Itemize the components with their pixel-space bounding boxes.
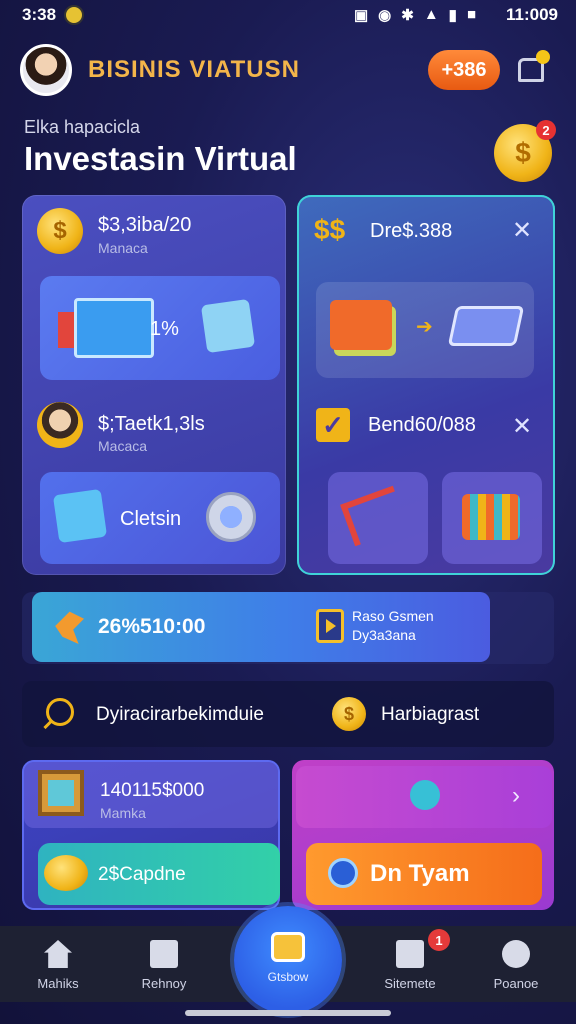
close-icon[interactable]: ✕ xyxy=(512,216,532,245)
magnifier-box-icon xyxy=(200,298,256,354)
cube-icon xyxy=(52,488,108,544)
brand-name: BISINIS VIATUSN xyxy=(88,56,300,83)
gold-coin-badge-icon[interactable]: $2 xyxy=(494,120,556,182)
info-text-1[interactable]: Dyiracirarbekimduie xyxy=(96,704,264,726)
notification-dot-icon xyxy=(64,5,84,25)
left-row1-value: $3,3iba/20 xyxy=(98,214,192,236)
coin-icon: $ xyxy=(332,697,366,731)
progress-value: 26%510:00 xyxy=(98,615,206,638)
package-icon xyxy=(330,300,392,350)
play-icon[interactable] xyxy=(316,609,344,643)
arrow-right-icon: ➔ xyxy=(416,316,433,338)
bottom-left-value: 140115$000 xyxy=(100,780,205,801)
right-row1-value: Dre$.388 xyxy=(370,220,453,242)
nav-label: Rehnoy xyxy=(141,976,187,991)
left-row2-value: $;Taetk1,3ls xyxy=(98,413,205,435)
profile-coin-icon xyxy=(37,402,83,448)
clock-icon xyxy=(328,858,358,888)
list-icon xyxy=(396,940,424,968)
nav-item-profile[interactable]: Poanoe xyxy=(466,936,566,991)
device-icon xyxy=(447,306,525,346)
document-icon xyxy=(74,298,154,358)
status-bar: 3:38 ▣ ◉ ✱ ▲ ▮ ■ 11:009 xyxy=(0,0,576,30)
status-time-right: 11:009 xyxy=(506,5,558,24)
checkbox-icon: ✓ xyxy=(316,408,350,442)
nav-badge: 1 xyxy=(428,929,450,951)
dollar-coin-icon: $ xyxy=(37,208,83,254)
left-card-a-label: 1% xyxy=(150,318,179,340)
page-title: Investasin Virtual xyxy=(24,140,297,177)
chevron-right-icon[interactable]: › xyxy=(512,782,520,810)
dn-tyam-button-label: Dn Tyam xyxy=(370,860,470,887)
inbox-icon xyxy=(150,940,178,968)
nav-item-home[interactable]: Mahiks xyxy=(8,936,108,991)
nav-label: Poanoe xyxy=(493,976,539,991)
notification-bell-icon[interactable] xyxy=(512,48,552,88)
timer-icon xyxy=(206,492,256,542)
points-badge-button[interactable]: +386 xyxy=(428,50,500,90)
coin-stack-icon xyxy=(44,855,88,891)
sim-icon: ▣ xyxy=(353,7,369,24)
home-indicator[interactable] xyxy=(185,1010,391,1016)
crate-icon xyxy=(38,770,84,816)
progress-label-line2: Dy3a3ana xyxy=(352,627,416,643)
search-icon[interactable] xyxy=(46,698,74,726)
home-icon xyxy=(44,940,72,968)
gold-badge-count: 2 xyxy=(536,120,556,140)
progress-label-line1: Raso Gsmen xyxy=(352,608,434,624)
user-icon xyxy=(502,940,530,968)
bottom-left-sub: Mamka xyxy=(100,805,146,821)
signal-icon: ▮ xyxy=(448,7,457,24)
nav-label: Mahiks xyxy=(37,976,79,991)
wifi-icon: ▲ xyxy=(423,6,439,23)
nav-item-center-fab[interactable]: Gtsbow xyxy=(234,906,342,1014)
close-icon-2[interactable]: ✕ xyxy=(512,412,532,441)
battery-icon: ■ xyxy=(466,6,476,23)
alarm-icon: ◉ xyxy=(378,7,392,24)
bell-dot-icon xyxy=(536,50,550,64)
left-row1-sub: Manaca xyxy=(98,240,148,256)
left-card-b-label: Cletsin xyxy=(120,508,182,530)
status-time-left: 3:38 xyxy=(22,5,57,24)
avatar[interactable] xyxy=(20,44,72,96)
shelf-icon xyxy=(462,494,520,540)
right-row2-value: Bend60/088 xyxy=(368,414,476,436)
nav-label: Sitemete xyxy=(384,976,436,991)
left-row2-sub: Macaca xyxy=(98,438,148,454)
bluetooth-icon: ✱ xyxy=(401,7,414,24)
nav-label: Gtsbow xyxy=(267,970,309,984)
nav-item-inbox[interactable]: Rehnoy xyxy=(114,936,214,991)
status-icons: ▣ ◉ ✱ ▲ ▮ ■ xyxy=(354,6,476,24)
capdne-button-label: 2$Capdne xyxy=(98,864,186,885)
compass-icon xyxy=(410,780,440,810)
page-subtitle: Elka hapacicla xyxy=(24,117,141,137)
info-text-2[interactable]: Harbiagrast xyxy=(381,704,479,726)
exchange-icon: $$ xyxy=(314,214,346,245)
wallet-icon xyxy=(271,932,305,962)
